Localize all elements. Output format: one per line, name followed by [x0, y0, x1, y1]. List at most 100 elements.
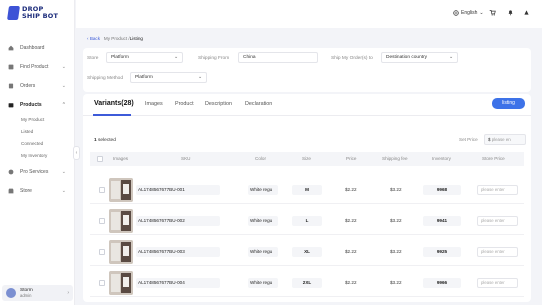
price-cell: $2.22: [345, 218, 357, 223]
brand-logo[interactable]: DROP SHIP BOT: [7, 6, 59, 20]
sidebar-item-dashboard[interactable]: Dashboard: [0, 38, 75, 57]
price-cell: $2.22: [345, 280, 357, 285]
tab-bar: Variants(28) Images Product Description …: [83, 94, 531, 116]
brand-line-2: SHIP BOT: [22, 12, 59, 20]
bell-icon[interactable]: [506, 9, 515, 18]
header-size: Size: [302, 156, 311, 161]
header-inventory: Inventory: [432, 156, 451, 161]
color-cell: White regu: [248, 247, 278, 257]
table-row[interactable]: AL1748567677BU-002 White regu L $2.22 $3…: [90, 207, 524, 235]
search-icon: [8, 64, 14, 69]
header-color: Color: [255, 156, 266, 161]
price-cell: $2.22: [345, 249, 357, 254]
product-thumbnail: [109, 209, 133, 233]
sidebar-item-label: Find Product: [20, 63, 49, 70]
cart-icon[interactable]: [488, 9, 497, 18]
shipping-from-select[interactable]: China: [238, 52, 318, 63]
color-cell: White regu: [248, 278, 278, 288]
row-checkbox[interactable]: [99, 280, 105, 286]
select-all-checkbox[interactable]: [97, 156, 103, 162]
size-cell: M: [292, 185, 322, 195]
sidebar-subitem-listed[interactable]: Listed: [0, 126, 75, 138]
sidebar-item-products[interactable]: Products ⌃: [0, 95, 75, 114]
products-icon: [8, 102, 14, 107]
color-cell: White regu: [248, 216, 278, 226]
sidebar-nav: Dashboard Find Product ⌄ Orders ⌄ Produc…: [0, 38, 75, 200]
store-price-input[interactable]: please enter: [477, 216, 518, 226]
user-role: admin: [20, 293, 32, 298]
sidebar-item-pro-services[interactable]: Pro Services ⌄: [0, 162, 75, 181]
shipping-cell: $3.22: [390, 249, 402, 254]
store-select[interactable]: Platform ⌄: [106, 52, 183, 63]
sku-cell: AL1748567677BU-003: [136, 247, 220, 257]
inventory-cell: 9941: [423, 216, 461, 226]
ship-to-label: Ship My Order(s) to: [331, 56, 373, 61]
sidebar-item-label: Orders: [20, 82, 36, 89]
store-label: Store: [87, 56, 99, 61]
home-icon: [8, 45, 14, 50]
sidebar-item-label: Pro Services: [20, 168, 49, 175]
product-thumbnail: [109, 271, 133, 295]
breadcrumb-current: Listing: [129, 36, 143, 41]
breadcrumb-parent[interactable]: My Product: [104, 36, 127, 41]
globe-icon: [453, 10, 459, 16]
size-cell: 2XL: [292, 278, 322, 288]
tab-variants[interactable]: Variants(28): [94, 100, 134, 107]
store-price-input[interactable]: please enter: [477, 247, 518, 257]
shipping-cell: $3.22: [390, 280, 402, 285]
table-row[interactable]: AL1748567677BU-004 White regu 2XL $2.22 …: [90, 269, 524, 297]
sidebar-item-store[interactable]: Store ⌄: [0, 181, 75, 200]
sidebar-item-orders[interactable]: Orders ⌄: [0, 76, 75, 95]
chevron-down-icon: ⌄: [61, 83, 66, 89]
row-checkbox[interactable]: [99, 218, 105, 224]
settings-icon[interactable]: [522, 9, 531, 18]
selection-count: 1 selected: [94, 138, 116, 143]
set-price-input[interactable]: $ please en: [484, 134, 526, 145]
sidebar-item-label: Dashboard: [20, 44, 45, 51]
shipping-filter-card: Store Platform ⌄ Shipping From China Ship…: [83, 48, 531, 92]
sidebar: DROP SHIP BOT Dashboard Find Product ⌄ O…: [0, 0, 75, 305]
sku-cell: AL1748567677BU-002: [136, 216, 220, 226]
listing-button[interactable]: listing: [492, 98, 525, 109]
row-checkbox[interactable]: [99, 187, 105, 193]
row-checkbox[interactable]: [99, 249, 105, 255]
sidebar-subitem-connected[interactable]: Connected: [0, 138, 75, 150]
user-menu[interactable]: Storm admin ›: [2, 285, 73, 301]
inventory-cell: 9966: [423, 278, 461, 288]
shipping-method-label: Shipping Method: [87, 76, 124, 81]
header-images: Images: [113, 156, 129, 161]
top-bar: English ⌄: [76, 0, 542, 28]
sku-cell: AL1748567677BU-001: [136, 185, 220, 195]
tab-images[interactable]: Images: [145, 101, 163, 107]
product-thumbnail: [109, 240, 133, 264]
chevron-down-icon: ⌄: [479, 10, 484, 16]
collapse-sidebar-button[interactable]: ‹: [73, 146, 80, 160]
table-row[interactable]: AL1748567677BU-001 White regu M $2.22 $3…: [90, 176, 524, 204]
shipping-method-select[interactable]: Platform ⌄: [130, 72, 207, 83]
color-cell: White regu: [248, 185, 278, 195]
store-price-input[interactable]: please enter: [477, 278, 518, 288]
sidebar-item-find-product[interactable]: Find Product ⌄: [0, 57, 75, 76]
tab-declaration[interactable]: Declaration: [245, 101, 272, 107]
product-detail-card: Variants(28) Images Product Description …: [83, 94, 531, 302]
sidebar-item-label: Store: [20, 187, 32, 194]
tab-product[interactable]: Product: [175, 101, 194, 107]
product-thumbnail: [109, 178, 133, 202]
language-selector[interactable]: English ⌄: [453, 10, 484, 16]
shipping-from-label: Shipping From: [198, 56, 230, 61]
back-link[interactable]: ‹ Back: [87, 36, 100, 41]
chevron-down-icon: ⌄: [197, 75, 202, 80]
set-price-label: Set Price: [459, 137, 478, 142]
active-tab-indicator: [93, 114, 131, 116]
inventory-cell: 9968: [423, 185, 461, 195]
header-shipping-fee: Shipping fee: [382, 156, 408, 161]
tab-description[interactable]: Description: [205, 101, 232, 107]
sidebar-subitem-my-product[interactable]: My Product: [0, 114, 75, 126]
table-row[interactable]: AL1748567677BU-003 White regu XL $2.22 $…: [90, 238, 524, 266]
ship-to-select[interactable]: Destination country ⌄: [381, 52, 458, 63]
chevron-down-icon: ⌄: [61, 169, 66, 175]
table-header: Images SKU Color Size Price Shipping fee…: [90, 152, 524, 166]
sidebar-subitem-my-inventory[interactable]: My Inventory: [0, 150, 75, 162]
store-price-input[interactable]: please enter: [477, 185, 518, 195]
avatar: [6, 288, 16, 298]
